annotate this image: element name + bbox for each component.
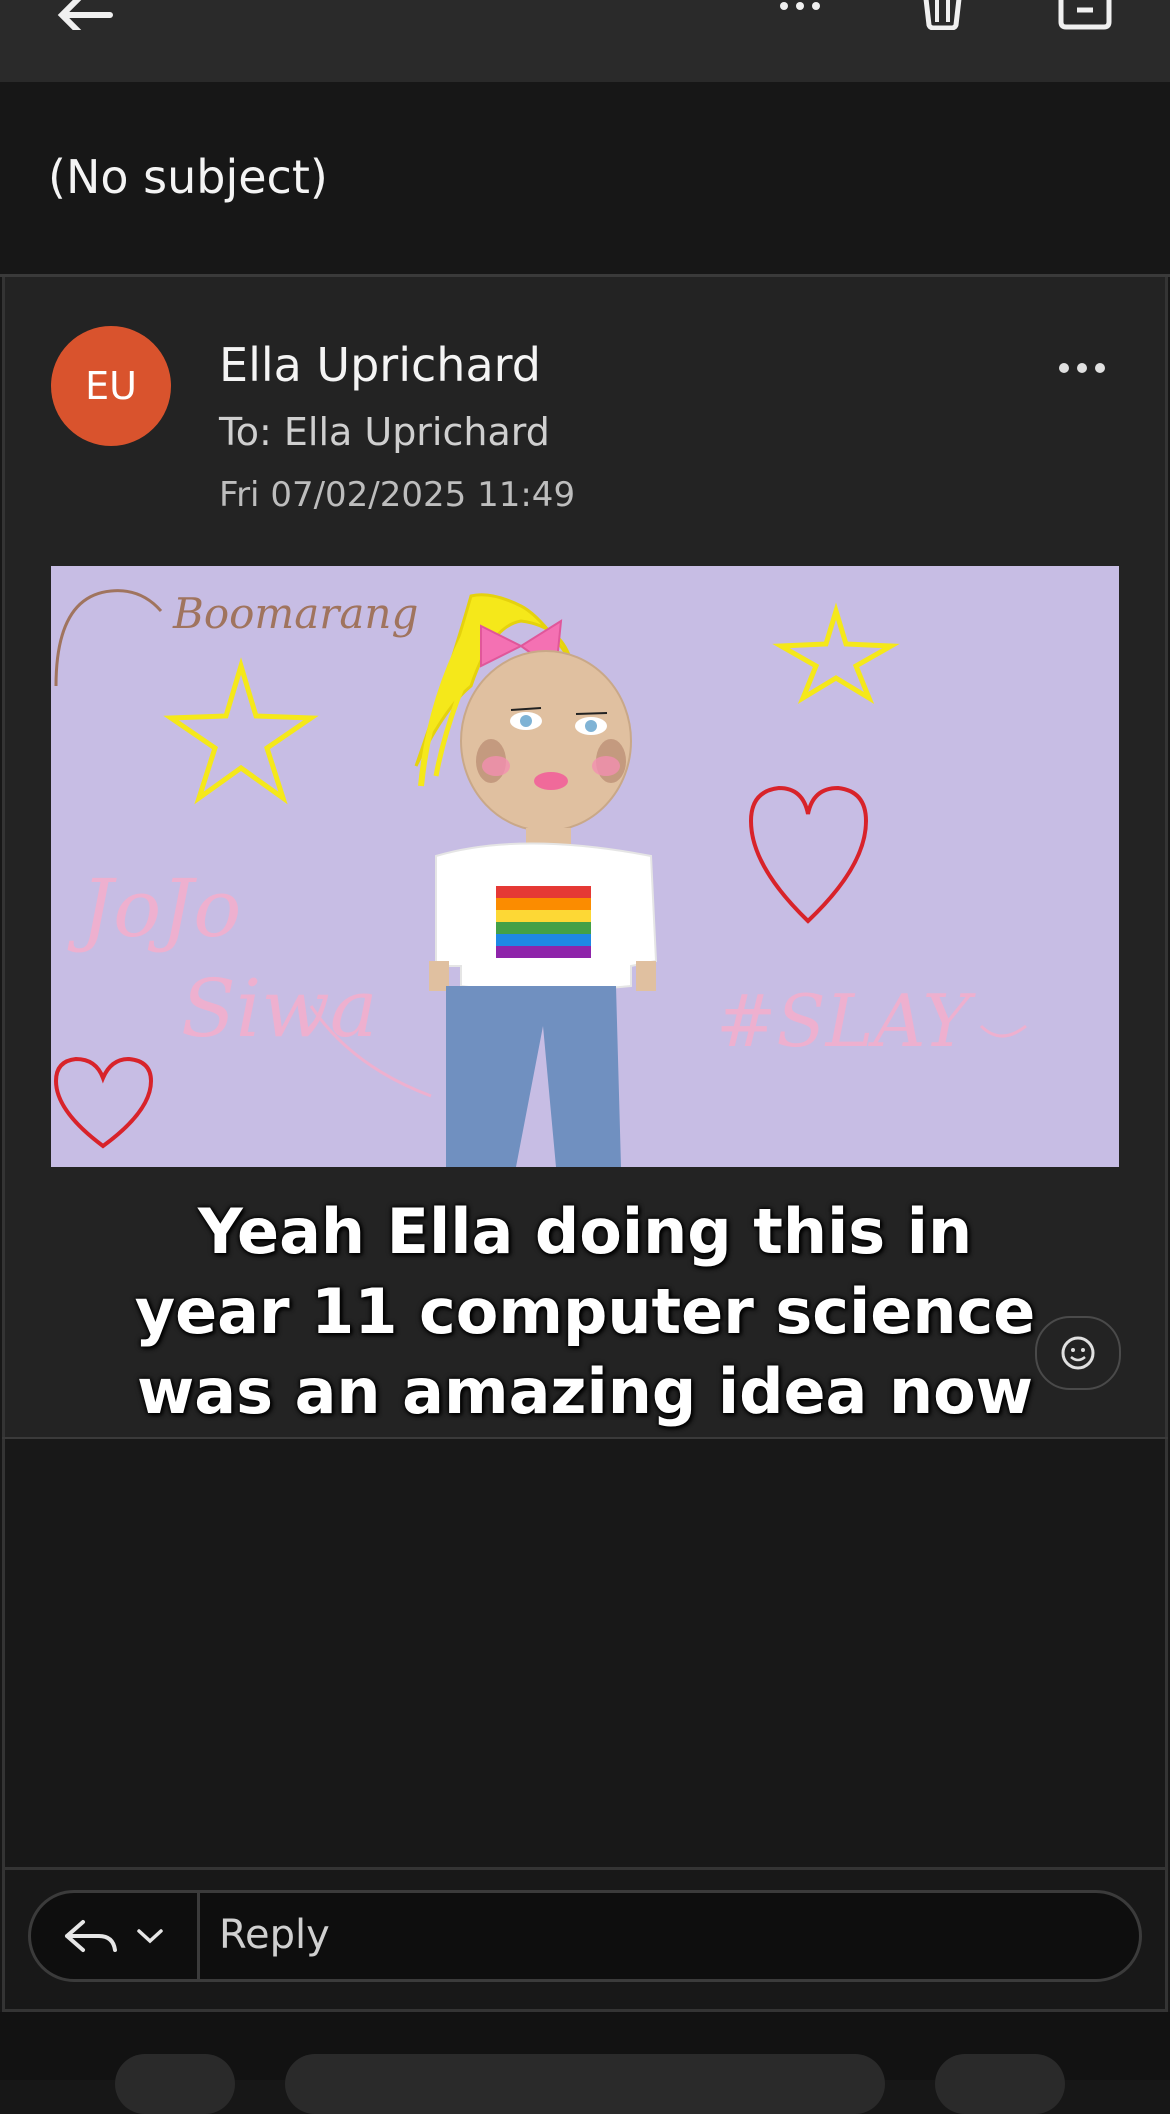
attached-drawing[interactable]: Boomarang JoJo Siwa #SLAY [51,566,1119,1167]
recipient-line[interactable]: To: Ella Uprichard [219,410,550,454]
smiley-icon [1061,1336,1095,1370]
trash-icon[interactable] [915,0,970,30]
heart-left [53,1056,154,1149]
back-arrow-icon[interactable] [50,0,120,30]
bottom-nav-strip [0,2012,1170,2114]
slay-text: #SLAY [716,979,977,1063]
sender-name[interactable]: Ella Uprichard [219,338,541,392]
message-more-icon[interactable] [1052,350,1112,386]
siwa-text: Siwa [181,962,378,1055]
bottom-button-center[interactable] [285,2054,885,2114]
empty-thread-area [2,1439,1168,1867]
reaction-button[interactable] [1035,1316,1121,1390]
star-left [163,657,319,805]
star-right [772,602,900,705]
bottom-button-left[interactable] [115,2054,235,2114]
chevron-down-icon [136,1929,163,1944]
avatar[interactable]: EU [51,326,171,446]
reply-placeholder[interactable]: Reply [219,1912,330,1958]
sent-date: Fri 07/02/2025 11:49 [219,475,576,515]
reply-options-button[interactable] [28,1890,200,1982]
boomarang-text: Boomarang [172,589,418,638]
archive-icon[interactable] [1055,0,1115,30]
jojo-text: JoJo [67,862,241,955]
top-toolbar [0,0,1170,82]
avatar-initials: EU [85,364,137,408]
bottom-button-right[interactable] [935,2054,1065,2114]
more-options-icon[interactable] [770,0,830,30]
reply-arrow-icon [64,1920,117,1952]
heart-right [748,785,869,924]
arc-scribble [54,589,163,687]
email-subject: (No subject) [48,150,328,204]
